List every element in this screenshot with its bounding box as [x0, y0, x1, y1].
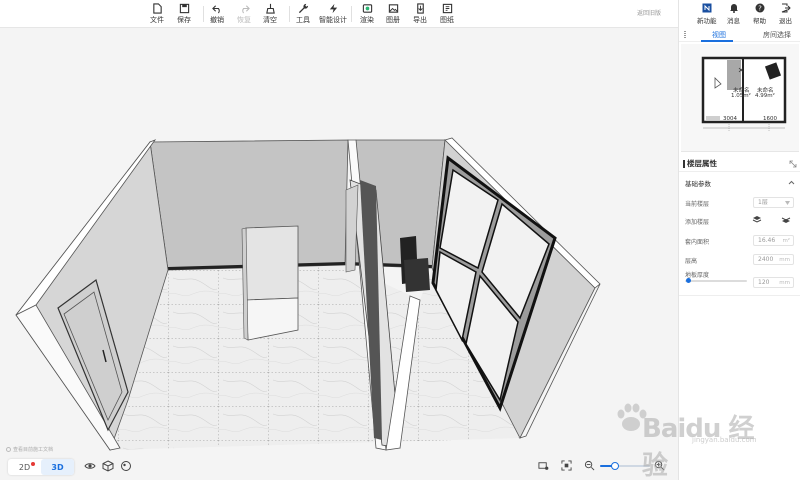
panel-tabs: 视图 房间选择	[679, 28, 800, 42]
render-icon	[362, 4, 372, 13]
baidu-watermark: Baidu 经验 jingyan.baidu.com	[614, 390, 762, 480]
clear-icon	[265, 3, 275, 14]
2d-mode-button[interactable]: 2D	[8, 459, 41, 475]
toolbar-divider	[351, 6, 352, 22]
zoom-out-icon[interactable]	[584, 460, 595, 471]
info-icon	[6, 447, 11, 452]
header-accent-bar	[683, 159, 685, 168]
viewport-quick-tools	[84, 460, 132, 472]
cube-icon[interactable]	[102, 460, 114, 472]
active-tab-indicator	[701, 40, 733, 42]
notification-dot	[31, 462, 35, 466]
slab-thickness-row: 地板厚度 120 mm	[685, 270, 797, 290]
floor-height-row: 层高 2400 mm	[685, 254, 797, 266]
bell-icon	[729, 4, 738, 13]
smart-design-button[interactable]: 智能设计	[319, 3, 347, 25]
help-icon: ?	[755, 3, 764, 13]
toolbar-divider	[289, 6, 290, 22]
messages-button[interactable]: 消息	[727, 3, 740, 25]
export-button[interactable]: 导出	[413, 3, 427, 25]
slider-handle[interactable]	[686, 278, 692, 283]
redo-button[interactable]: 恢复	[237, 3, 251, 25]
svg-text:?: ?	[758, 5, 762, 13]
wall-appliance	[404, 258, 430, 292]
new-feature-button[interactable]: 新功能	[697, 3, 717, 25]
slab-thickness-slider[interactable]	[685, 278, 747, 283]
island-front[interactable]	[245, 225, 299, 301]
right-toolbar: 新功能 消息 ? 帮助 退出	[679, 0, 800, 28]
save-icon	[179, 3, 189, 14]
clear-button[interactable]: 清空	[263, 3, 277, 25]
eye-icon[interactable]	[84, 460, 96, 472]
chevron-up-icon	[788, 180, 795, 185]
drag-handle-icon[interactable]	[684, 31, 686, 38]
drawing-icon	[442, 3, 452, 14]
minimap-dimension: 1600	[763, 116, 777, 122]
zoom-slider-handle[interactable]	[611, 462, 619, 470]
view-tools	[538, 460, 572, 471]
file-icon	[152, 3, 162, 14]
camera-settings-icon[interactable]	[538, 460, 549, 471]
3d-viewport[interactable]: 查看目前施工文档 2D 3D	[0, 28, 678, 480]
view-mode-toggle: 2D 3D	[8, 459, 74, 475]
floor-properties-header: 楼层属性	[679, 156, 800, 172]
exit-icon	[781, 3, 791, 13]
layers-down-icon	[781, 217, 791, 223]
add-floor-below-button[interactable]	[779, 215, 793, 226]
expand-icon[interactable]	[789, 160, 797, 168]
indoor-area-field: 16.46 m²	[753, 235, 794, 246]
smart-design-icon	[329, 3, 337, 14]
layers-up-icon	[752, 216, 762, 223]
render-button[interactable]: 渲染	[360, 3, 374, 25]
slider-track	[685, 280, 747, 282]
floorplan-minimap[interactable]: 未命名 1.05m² 未命名 4.99m² 3004 1600	[681, 44, 799, 152]
viewport-tip[interactable]: 查看目前施工文档	[6, 446, 53, 453]
current-floor-row: 当前楼层 1层	[685, 197, 797, 209]
toolbar-divider	[203, 6, 204, 22]
chevron-down-icon	[785, 201, 790, 205]
panel-divider	[679, 295, 800, 296]
minimap-room-area: 1.05m²	[731, 93, 751, 99]
save-button[interactable]: 保存	[177, 3, 191, 25]
basic-params-section[interactable]: 基础参数	[679, 178, 800, 190]
tools-icon	[298, 3, 308, 14]
slab-thickness-input[interactable]: 120 mm	[753, 277, 794, 288]
current-floor-select[interactable]: 1层	[753, 197, 794, 208]
tab-view[interactable]: 视图	[712, 30, 726, 40]
old-version-link[interactable]: 返回旧版	[637, 8, 661, 17]
fit-view-icon[interactable]	[561, 460, 572, 471]
album-button[interactable]: 图册	[386, 3, 400, 25]
redo-icon	[241, 5, 250, 14]
tools-button[interactable]: 工具	[296, 3, 310, 25]
album-icon	[388, 4, 398, 13]
help-button[interactable]: ? 帮助	[753, 3, 766, 25]
floor-height-input[interactable]: 2400 mm	[753, 254, 794, 265]
add-floor-above-button[interactable]	[750, 215, 764, 226]
material-icon[interactable]	[120, 460, 132, 472]
export-icon	[416, 3, 424, 14]
minimap-room-area: 4.99m²	[755, 93, 775, 99]
add-floor-row: 添加楼层	[685, 215, 797, 227]
undo-button[interactable]: 撤销	[210, 3, 224, 25]
file-button[interactable]: 文件	[150, 3, 164, 25]
exit-button[interactable]: 退出	[779, 3, 792, 25]
3d-room-scene[interactable]	[0, 28, 678, 480]
new-feature-icon	[702, 3, 712, 13]
indoor-area-row: 套内面积 16.46 m²	[685, 235, 797, 247]
undo-icon	[211, 5, 220, 14]
drawing-button[interactable]: 图纸	[440, 3, 454, 25]
tab-room-select[interactable]: 房间选择	[763, 30, 791, 40]
minimap-dimension: 3004	[723, 116, 737, 122]
3d-mode-button[interactable]: 3D	[41, 459, 74, 475]
